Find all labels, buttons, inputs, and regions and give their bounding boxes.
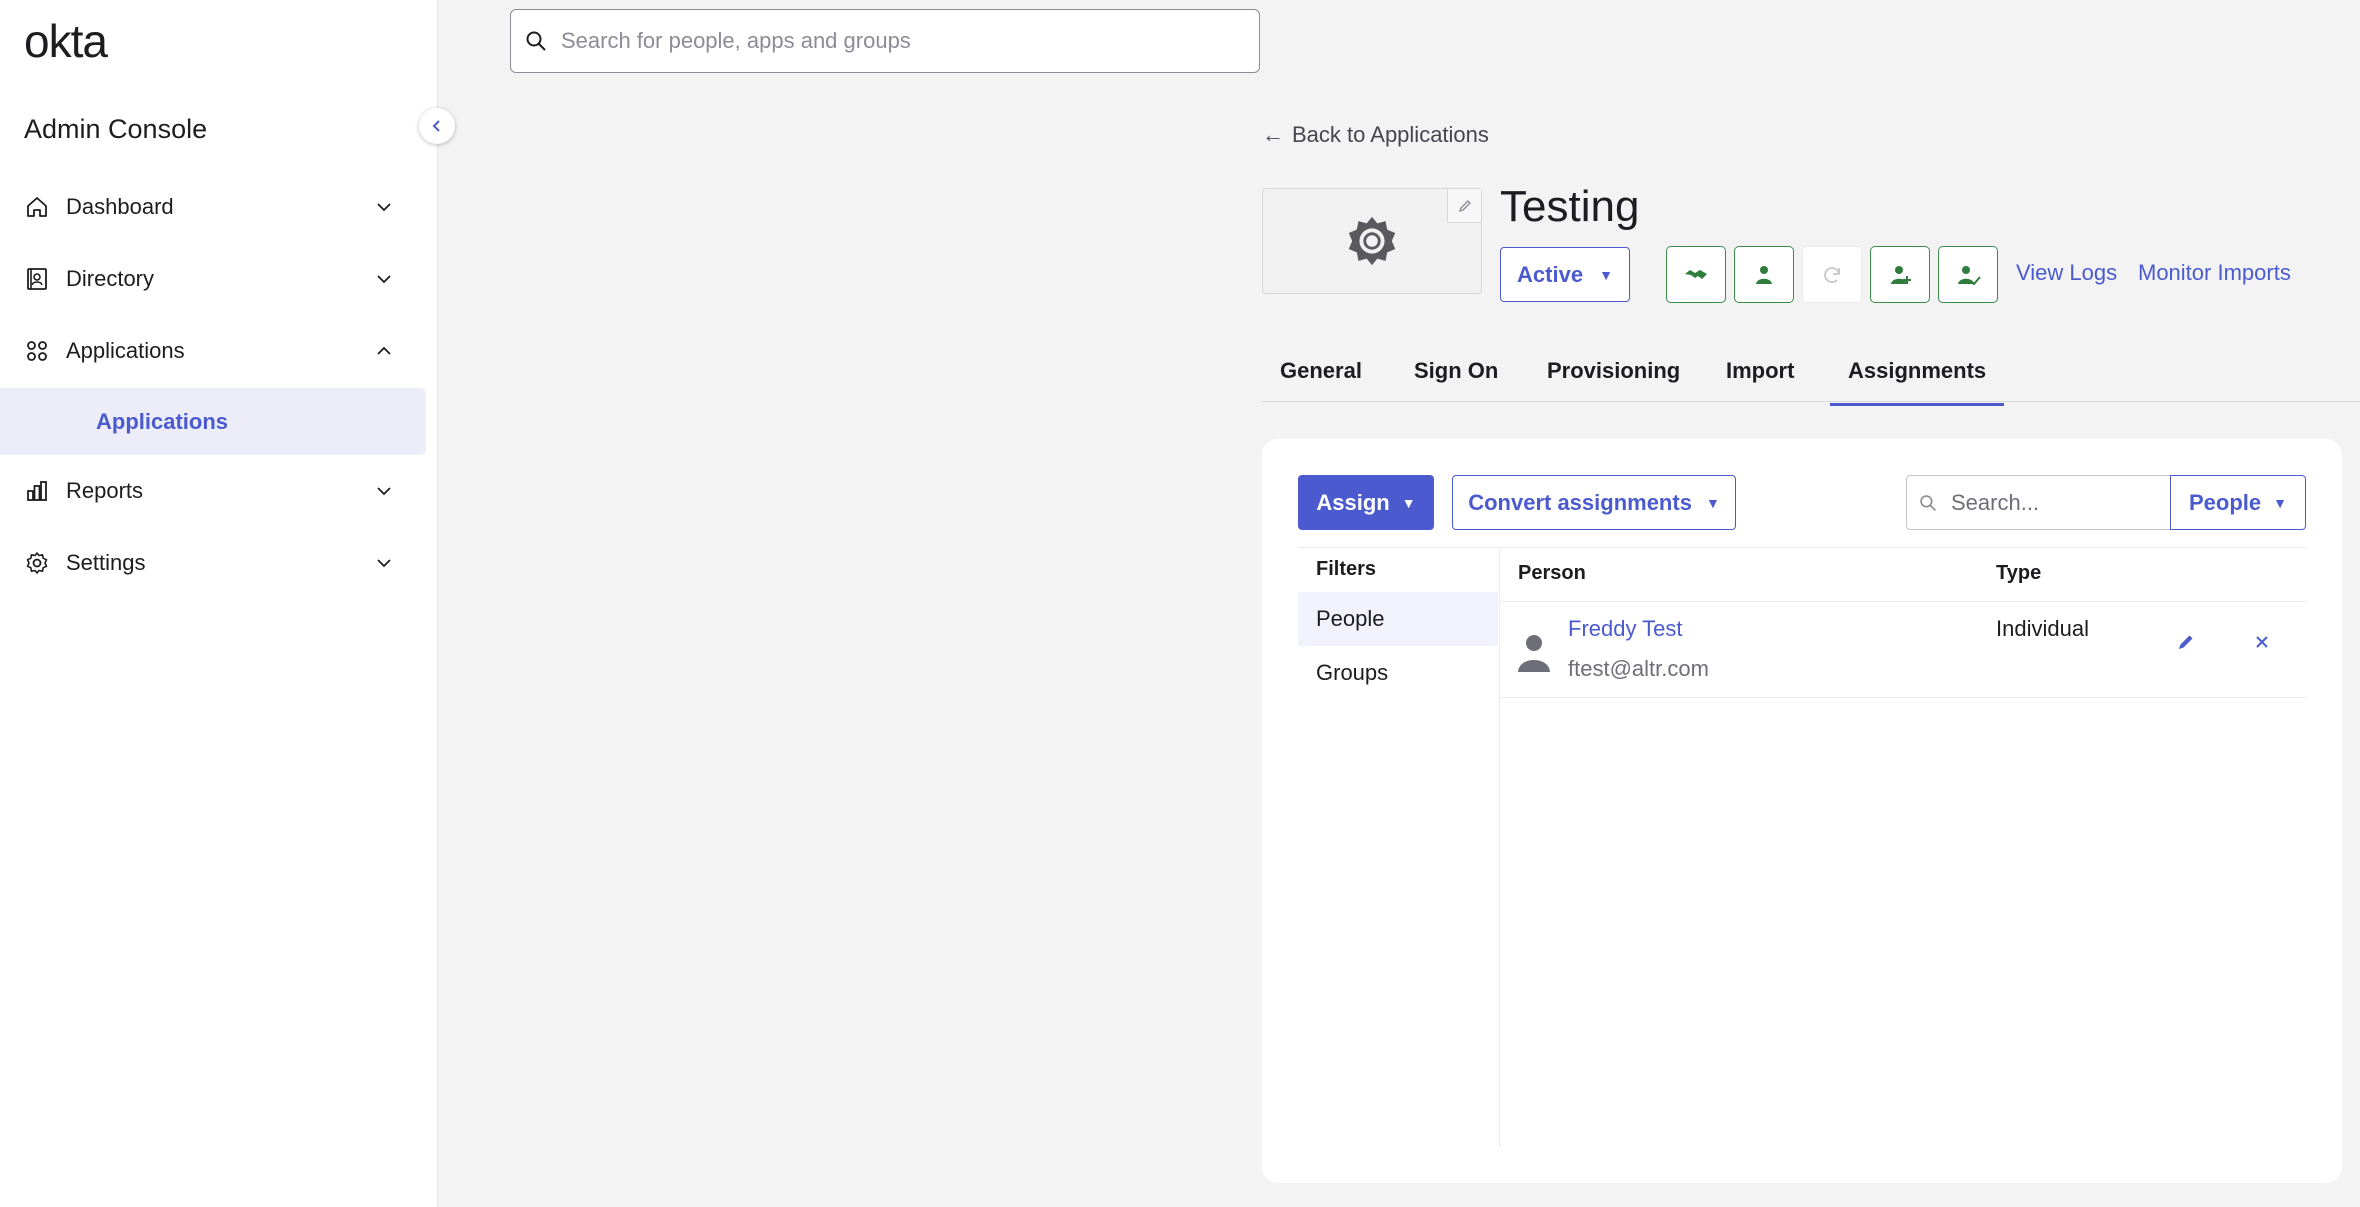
gear-icon [24, 550, 50, 576]
tab-import[interactable]: Import [1726, 358, 1794, 384]
caret-down-icon: ▼ [1401, 494, 1416, 511]
reports-icon [24, 478, 50, 504]
push-user-button[interactable] [1734, 246, 1794, 303]
user-check-icon [1958, 265, 1981, 285]
tab-provisioning[interactable]: Provisioning [1547, 358, 1680, 384]
import-user-button[interactable] [1870, 246, 1930, 303]
person-email: ftest@altr.com [1568, 656, 1709, 681]
sidebar-item-label: Applications [66, 338, 185, 363]
confirm-user-button[interactable] [1938, 246, 1998, 303]
tab-assignments[interactable]: Assignments [1829, 358, 2005, 406]
search-icon [1920, 494, 1936, 511]
sidebar-item-label: Directory [66, 266, 155, 291]
okta-logo[interactable]: okta [24, 14, 108, 68]
collapse-sidebar-button[interactable] [419, 108, 455, 144]
gear-icon [1348, 216, 1396, 266]
table-header: Person Type [1500, 547, 2306, 602]
status-dropdown[interactable]: Active ▼ [1500, 247, 1630, 302]
arrow-left-icon: ← [1262, 122, 1284, 147]
sidebar-item-label: Dashboard [66, 194, 174, 219]
edit-logo-button[interactable] [1447, 189, 1481, 223]
convert-label: Convert assignments [1468, 489, 1692, 515]
page-title: Testing [1500, 182, 1640, 231]
tab-sign-on[interactable]: Sign On [1414, 358, 1498, 384]
pencil-icon [2179, 635, 2193, 649]
assign-label: Assign [1316, 489, 1390, 515]
sidebar-item-dashboard[interactable]: Dashboard [24, 187, 404, 227]
tab-general[interactable]: General [1280, 358, 1362, 384]
assignment-type: Individual [1996, 616, 2089, 641]
remove-assignment-button[interactable] [2248, 628, 2276, 656]
user-avatar-icon [1518, 635, 1550, 672]
search-scope-select[interactable]: People ▼ [2170, 475, 2306, 530]
chevron-up-icon [377, 346, 391, 355]
edit-assignment-button[interactable] [2172, 628, 2200, 656]
chevron-down-icon [377, 559, 391, 568]
view-logs-link[interactable]: View Logs [2016, 260, 2117, 286]
assignments-search-input[interactable] [1951, 489, 2151, 516]
sso-handshake-button[interactable] [1666, 246, 1726, 303]
column-type: Type [1996, 562, 2042, 584]
person-name-link[interactable]: Freddy Test [1568, 616, 1683, 642]
chevron-left-icon [432, 120, 440, 132]
handshake-icon [1685, 269, 1707, 279]
scope-label: People [2189, 489, 2262, 515]
back-link-label: Back to Applications [1292, 122, 1489, 147]
sidebar-item-settings[interactable]: Settings [24, 543, 404, 583]
filters-title: Filters [1316, 558, 1377, 580]
table-row: Freddy Test ftest@altr.com Individual [1500, 602, 2306, 698]
monitor-imports-link[interactable]: Monitor Imports [2138, 260, 2291, 286]
caret-down-icon: ▼ [1599, 266, 1613, 283]
user-add-icon [1891, 265, 1911, 284]
caret-down-icon: ▼ [2273, 494, 2287, 511]
status-label: Active [1517, 261, 1584, 287]
assignments-panel: Assign ▼ Convert assignments ▼ People ▼ … [1262, 439, 2342, 1183]
global-search[interactable] [510, 9, 1260, 73]
assignments-search[interactable] [1906, 475, 2172, 530]
filters-panel: Filters People Groups [1298, 547, 1498, 1147]
app-tabs: General Sign On Provisioning Import Assi… [1262, 346, 2360, 406]
convert-assignments-button[interactable]: Convert assignments ▼ [1452, 475, 1736, 530]
assign-button[interactable]: Assign ▼ [1298, 475, 1434, 530]
sync-button[interactable] [1802, 246, 1862, 303]
app-logo [1262, 188, 1482, 294]
sidebar-item-directory[interactable]: Directory [24, 259, 404, 299]
sidebar-item-label: Reports [66, 478, 144, 503]
close-icon [2256, 636, 2268, 648]
filter-people[interactable]: People [1298, 592, 1498, 646]
directory-icon [24, 266, 50, 292]
user-push-icon [1756, 265, 1772, 284]
refresh-icon [1824, 266, 1840, 283]
sidebar-subitem-applications[interactable]: Applications [0, 388, 426, 455]
chevron-down-icon [377, 487, 391, 496]
search-icon [526, 31, 546, 51]
column-person: Person [1518, 562, 1586, 584]
sidebar-item-label: Settings [66, 550, 146, 575]
apps-grid-icon [24, 338, 50, 364]
sidebar-item-applications[interactable]: Applications [24, 331, 404, 371]
filter-groups[interactable]: Groups [1298, 646, 1498, 700]
admin-console-title: Admin Console [24, 114, 208, 144]
caret-down-icon: ▼ [1705, 494, 1720, 511]
global-search-input[interactable] [561, 28, 1211, 54]
sidebar: okta Admin Console Dashboard Directory A… [0, 0, 455, 1207]
chevron-down-icon [377, 275, 391, 284]
sidebar-item-reports[interactable]: Reports [24, 471, 404, 511]
pencil-icon [1458, 199, 1471, 212]
chevron-down-icon [377, 203, 391, 212]
home-icon [24, 194, 50, 220]
back-to-applications-link[interactable]: ← Back to Applications [1262, 122, 1489, 148]
assignments-table: Person Type Freddy Test ftest@altr.com I… [1500, 547, 2306, 698]
